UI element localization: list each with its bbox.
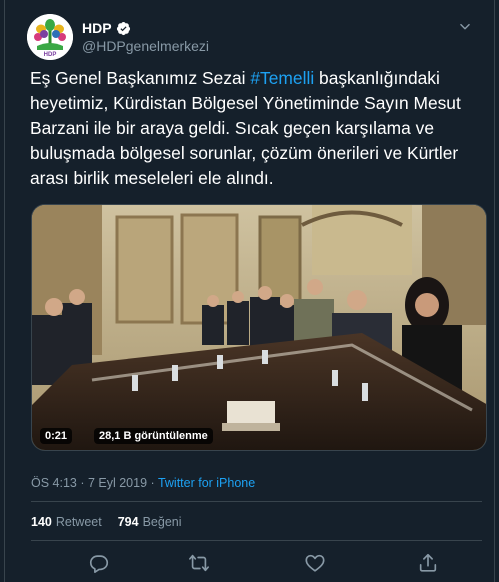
retweet-count: 140: [31, 515, 52, 529]
like-stat[interactable]: 794 Beğeni: [118, 515, 182, 529]
video-duration-badge: 0:21: [40, 428, 73, 444]
author-name-row[interactable]: HDP: [82, 20, 131, 36]
like-icon[interactable]: [304, 552, 326, 574]
video-views-badge: 28,1 B görüntülenme: [94, 428, 213, 444]
video-thumbnail: [32, 205, 486, 450]
like-label: Beğeni: [142, 515, 182, 529]
tweet-line: buluşmada bölgesel sorunlar, çözüm öneri…: [30, 143, 459, 163]
tweet-stats: 140 Retweet 794 Beğeni: [31, 515, 182, 529]
tweet-meta: ÖS 4:13 · 7 Eyl 2019 · Twitter for iPhon…: [31, 476, 255, 490]
tweet-line: Barzani ile bir araya geldi. Sıcak geçen…: [30, 118, 435, 138]
hashtag-link[interactable]: #Temelli: [250, 68, 314, 88]
like-count: 794: [117, 515, 139, 529]
tweet-text-segment: Eş Genel Başkanımız Sezai: [30, 68, 251, 88]
video-player[interactable]: 0:21 28,1 B görüntülenme: [31, 204, 487, 451]
tweet-text-segment: başkanlığındaki: [314, 68, 440, 88]
retweet-label: Retweet: [55, 515, 102, 529]
tweet-text: Eş Genel Başkanımız Sezai #Temelli başka…: [30, 66, 490, 191]
tweet-line: heyetimiz, Kürdistan Bölgesel Yönetimind…: [30, 93, 461, 113]
retweet-icon[interactable]: [188, 552, 210, 574]
author-name[interactable]: HDP: [82, 20, 112, 36]
avatar-label: HDP: [44, 52, 57, 58]
tweet-card: HDP HDP @HDPgenelmerkezi Eş Genel Başkan…: [4, 0, 495, 582]
tweet-line: arası birlik meseleleri ele alındı.: [30, 168, 274, 188]
tweet-timestamp[interactable]: ÖS 4:13 · 7 Eyl 2019 ·: [31, 476, 158, 490]
divider: [31, 540, 482, 541]
share-icon[interactable]: [417, 552, 439, 574]
avatar[interactable]: HDP: [27, 14, 73, 60]
verified-icon: [116, 21, 130, 35]
tweet-actions: [5, 548, 496, 576]
divider: [31, 501, 482, 502]
tweet-line: Eş Genel Başkanımız Sezai #Temelli başka…: [30, 66, 490, 91]
retweet-stat[interactable]: 140 Retweet: [31, 515, 102, 529]
tweet-source-link[interactable]: Twitter for iPhone: [158, 476, 255, 490]
chevron-down-icon[interactable]: [458, 20, 472, 34]
reply-icon[interactable]: [88, 552, 110, 574]
hdp-logo: HDP: [27, 14, 73, 60]
author-handle[interactable]: @HDPgenelmerkezi: [82, 38, 209, 54]
